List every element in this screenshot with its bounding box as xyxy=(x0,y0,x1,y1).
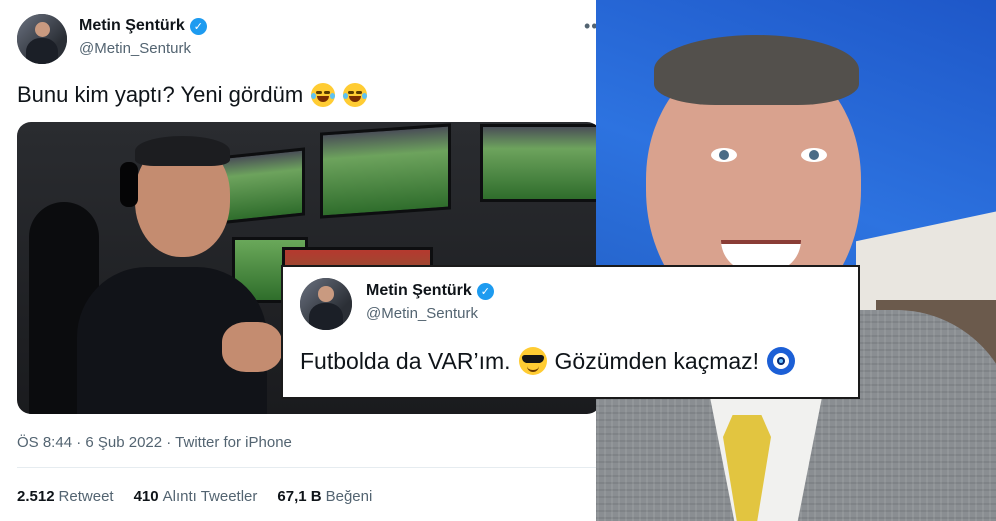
eye xyxy=(711,148,737,162)
retweet-count[interactable]: 2.512 Retweet xyxy=(17,488,114,505)
avatar[interactable] xyxy=(17,14,67,64)
headset-icon xyxy=(120,162,138,207)
person-hair xyxy=(135,136,230,166)
tweet-body: Bunu kim yaptı? Yeni gördüm xyxy=(17,82,304,107)
main-tweet: Metin Şentürk ✓ @Metin_Senturk ••• Bunu … xyxy=(0,0,612,521)
verified-badge-icon: ✓ xyxy=(476,282,494,300)
eye xyxy=(801,148,827,162)
author-name-row[interactable]: Metin Şentürk ✓ xyxy=(79,17,207,35)
handle[interactable]: @Metin_Senturk xyxy=(366,305,478,322)
display-name[interactable]: Metin Şentürk xyxy=(366,282,472,300)
engagement-stats: 2.512 Retweet 410 Alıntı Tweetler 67,1 B Be… xyxy=(17,488,372,505)
tweet-text: Futbolda da VAR’ım. Gözümden kaçmaz! xyxy=(300,347,796,375)
avatar[interactable] xyxy=(300,278,352,330)
embedded-tweet-card[interactable]: Metin Şentürk ✓ @Metin_Senturk Futbolda … xyxy=(283,267,858,397)
thumbs-up-hand xyxy=(222,322,282,372)
tears-of-joy-emoji-icon xyxy=(311,83,336,107)
tears-of-joy-emoji-icon xyxy=(343,83,368,107)
author-name-row[interactable]: Metin Şentürk ✓ xyxy=(366,282,494,300)
nazar-amulet-icon xyxy=(767,347,796,375)
tweet-text: Bunu kim yaptı? Yeni gördüm xyxy=(17,82,368,108)
selfie-photo xyxy=(596,0,996,521)
display-name[interactable]: Metin Şentürk xyxy=(79,17,185,35)
quote-tweet-count[interactable]: 410 Alıntı Tweetler xyxy=(134,488,258,505)
monitor-screen xyxy=(480,124,601,202)
tweet-body-part2: Gözümden kaçmaz! xyxy=(554,347,760,374)
tweet-body-part1: Futbolda da VAR’ım. xyxy=(300,347,511,374)
divider xyxy=(17,467,601,468)
hair xyxy=(654,35,859,105)
sunglasses-emoji-icon xyxy=(518,347,547,375)
handle[interactable]: @Metin_Senturk xyxy=(79,40,191,57)
monitor-screen xyxy=(217,147,305,225)
like-count[interactable]: 67,1 B Beğeni xyxy=(277,488,372,505)
timestamp[interactable]: ÖS 8:44 · 6 Şub 2022 · Twitter for iPhon… xyxy=(17,434,292,451)
verified-badge-icon: ✓ xyxy=(189,17,207,35)
monitor-screen xyxy=(320,123,451,219)
